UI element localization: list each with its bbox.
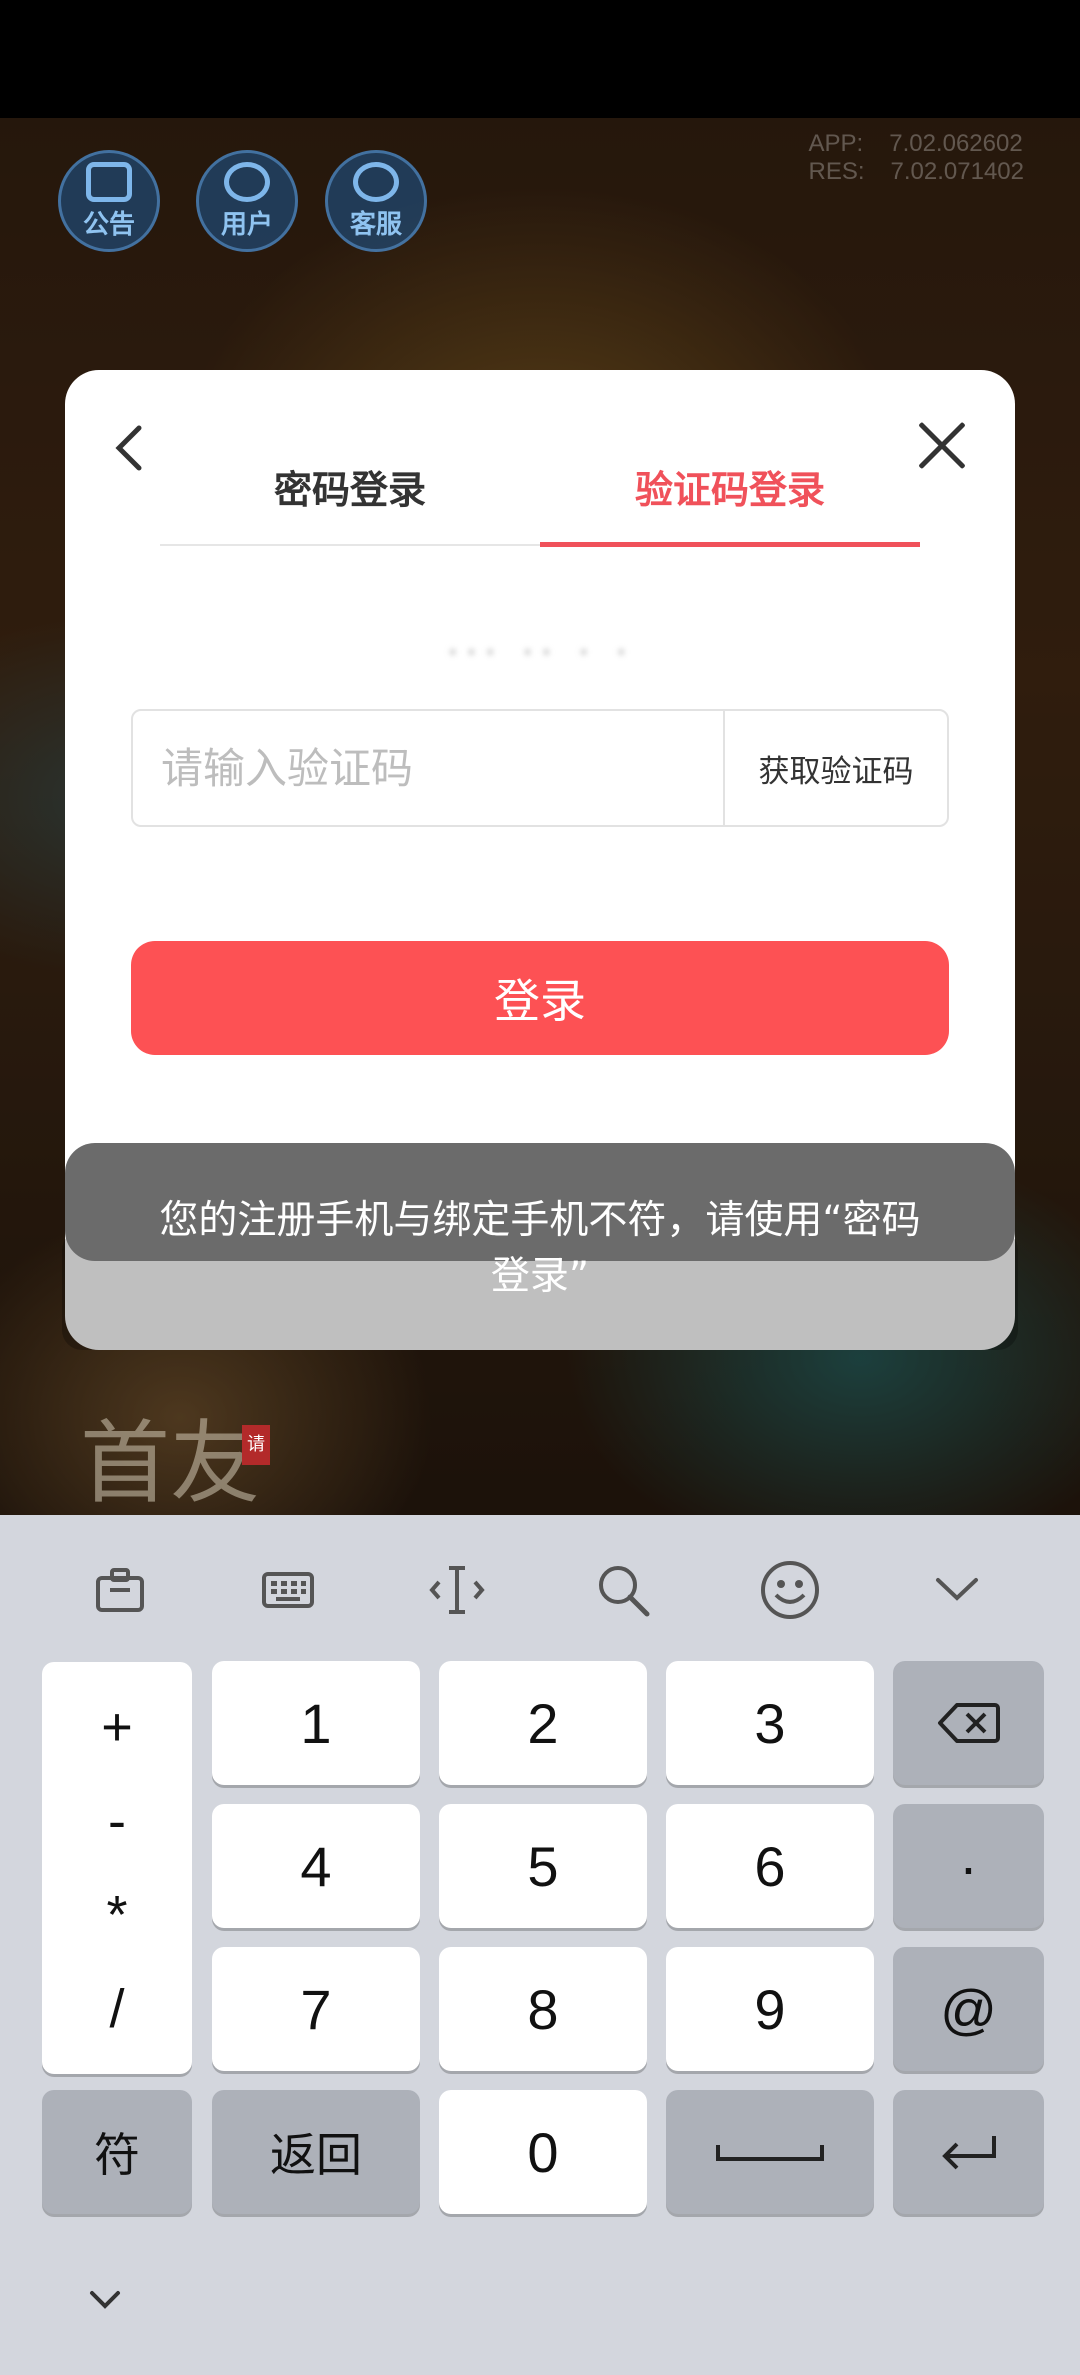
toast-message: 您的注册手机与绑定手机不符，请使用“密码 登录” — [100, 1193, 980, 1305]
key-1[interactable]: 1 — [212, 1661, 420, 1785]
enter-key[interactable] — [893, 2090, 1044, 2214]
symbols-key[interactable]: 符 — [42, 2090, 192, 2214]
hide-keyboard-button[interactable] — [80, 2281, 130, 2321]
login-button[interactable]: 登录 — [131, 941, 949, 1055]
key-4[interactable]: 4 — [212, 1804, 420, 1928]
user-label: 用户 — [220, 209, 273, 240]
key-5[interactable]: 5 — [439, 1804, 647, 1928]
backspace-icon — [937, 1703, 1000, 1743]
user-icon — [224, 161, 270, 202]
keyboard-icon[interactable] — [253, 1555, 323, 1625]
key-0[interactable]: 0 — [439, 2090, 647, 2214]
tab-password-login[interactable]: 密码登录 — [160, 440, 540, 544]
user-button[interactable]: 用户 — [196, 150, 298, 252]
toast-line-1: 您的注册手机与绑定手机不符，请使用“密码 — [159, 1198, 921, 1243]
res-version-value: 7.02.071402 — [890, 158, 1024, 185]
chevron-down-icon — [90, 2291, 120, 2309]
key-9[interactable]: 9 — [666, 1947, 874, 2071]
version-info: APP: 7.02.062602 RES: 7.02.071402 — [809, 130, 1024, 186]
verification-code-input[interactable] — [133, 711, 723, 825]
app-version-value: 7.02.062602 — [889, 130, 1023, 157]
close-icon[interactable] — [911, 410, 981, 480]
seal-stamp: 请 — [242, 1425, 270, 1465]
key-3[interactable]: 3 — [666, 1661, 874, 1785]
notice-icon — [86, 161, 132, 202]
space-key[interactable] — [666, 2090, 874, 2214]
emoji-icon[interactable] — [755, 1555, 825, 1625]
text-cursor-icon[interactable] — [422, 1555, 492, 1625]
minus-key[interactable]: - — [108, 1791, 126, 1851]
support-label: 客服 — [349, 209, 402, 240]
login-tabs: 密码登录 验证码登录 — [160, 440, 920, 547]
notice-label: 公告 — [82, 209, 135, 240]
enter-icon — [941, 2136, 996, 2170]
backspace-key[interactable] — [893, 1661, 1044, 1785]
tab-code-login[interactable]: 验证码登录 — [540, 440, 920, 547]
toast-line-2: 登录” — [490, 1254, 590, 1299]
keyboard: + - * / 1 2 3 4 5 6 · 7 8 9 @ 符 返回 0 — [0, 1515, 1080, 2375]
masked-phone-number: ··· ·· · · — [446, 630, 634, 676]
divide-key[interactable]: / — [109, 1979, 124, 2039]
space-icon — [716, 2145, 824, 2161]
keyboard-toolbar — [0, 1515, 1080, 1655]
chevron-down-icon[interactable] — [922, 1555, 992, 1625]
support-icon — [353, 161, 399, 202]
search-icon[interactable] — [588, 1555, 658, 1625]
clipboard-icon[interactable] — [85, 1555, 155, 1625]
operator-key-panel: + - * / — [42, 1662, 192, 2074]
game-logo-calligraphy: 首友 — [80, 1411, 260, 1516]
notice-button[interactable]: 公告 — [58, 150, 160, 252]
support-button[interactable]: 客服 — [325, 150, 427, 252]
status-bar — [0, 0, 1080, 118]
code-input-box: 获取验证码 — [131, 709, 949, 827]
chevron-left-icon — [115, 425, 142, 471]
get-code-button[interactable]: 获取验证码 — [723, 711, 947, 825]
back-button[interactable] — [109, 418, 149, 478]
key-8[interactable]: 8 — [439, 1947, 647, 2071]
key-7[interactable]: 7 — [212, 1947, 420, 2071]
key-6[interactable]: 6 — [666, 1804, 874, 1928]
res-version-label: RES: — [808, 158, 865, 185]
dot-key[interactable]: · — [893, 1804, 1044, 1928]
plus-key[interactable]: + — [101, 1697, 133, 1757]
multiply-key[interactable]: * — [106, 1885, 127, 1945]
key-2[interactable]: 2 — [439, 1661, 647, 1785]
app-version-label: APP: — [808, 130, 864, 157]
at-key[interactable]: @ — [893, 1947, 1044, 2071]
back-key[interactable]: 返回 — [212, 2090, 420, 2214]
